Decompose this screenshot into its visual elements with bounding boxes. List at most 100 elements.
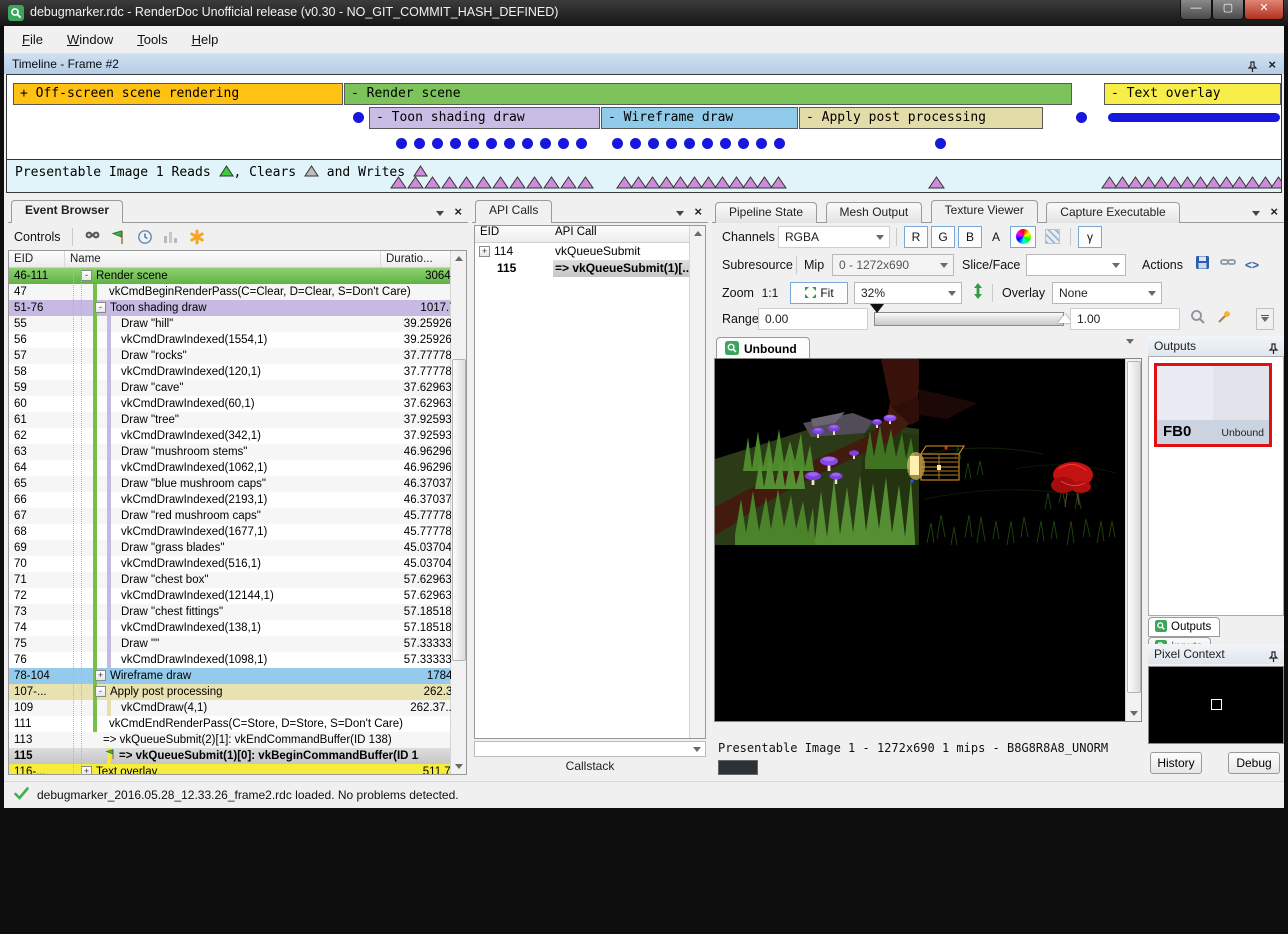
- table-row[interactable]: 67Draw "red mushroom caps"45.77778: [9, 508, 451, 524]
- fit-button[interactable]: Fit: [790, 282, 848, 304]
- channels-dropdown[interactable]: RGBA: [778, 226, 890, 248]
- range-min-field[interactable]: 0.00: [758, 308, 868, 330]
- table-row[interactable]: 57Draw "rocks"37.77778: [9, 348, 451, 364]
- table-row[interactable]: 47vkCmdBeginRenderPass(C=Clear, D=Clear,…: [9, 284, 451, 300]
- timeline-panel[interactable]: + Off-screen scene rendering- Render sce…: [6, 74, 1282, 193]
- write-marker-triangle[interactable]: [390, 176, 407, 189]
- table-row[interactable]: 78-104+Wireframe draw1784.5...: [9, 668, 451, 684]
- timeline-event-dot[interactable]: [630, 138, 641, 149]
- timeline-event-dot[interactable]: [935, 138, 946, 149]
- expand-icon[interactable]: +: [95, 670, 106, 681]
- table-row[interactable]: 61Draw "tree"37.92593: [9, 412, 451, 428]
- callstack-box[interactable]: [474, 741, 706, 757]
- timeline-event-dot[interactable]: [432, 138, 443, 149]
- timeline-event-dot[interactable]: [450, 138, 461, 149]
- timeline-event-dot[interactable]: [504, 138, 515, 149]
- save-icon[interactable]: [1190, 254, 1214, 276]
- table-row[interactable]: 115=> vkQueueSubmit(1)[0]: vkBeginComman…: [9, 748, 451, 764]
- timeline-event-dot[interactable]: [612, 138, 623, 149]
- timeline-marker-bar[interactable]: + Off-screen scene rendering: [13, 83, 343, 105]
- tab-event-browser[interactable]: Event Browser: [11, 200, 123, 223]
- table-row[interactable]: 109vkCmdDraw(4,1)262.37...: [9, 700, 451, 716]
- tab-texture-viewer[interactable]: Texture Viewer: [931, 200, 1038, 223]
- collapse-icon[interactable]: -: [81, 270, 92, 281]
- timeline-marker-bar[interactable]: - Render scene: [344, 83, 1072, 105]
- write-marker-triangle[interactable]: [543, 176, 560, 189]
- table-row[interactable]: 74vkCmdDrawIndexed(138,1)57.18518: [9, 620, 451, 636]
- tab-pipeline-state[interactable]: Pipeline State: [715, 202, 817, 223]
- write-marker-triangle[interactable]: [560, 176, 577, 189]
- mip-dropdown[interactable]: 0 - 1272x690: [832, 254, 954, 276]
- table-row[interactable]: 60vkCmdDrawIndexed(60,1)37.62963: [9, 396, 451, 412]
- code-icon[interactable]: <>: [1240, 254, 1264, 276]
- bookmark-icon[interactable]: [187, 227, 207, 247]
- write-marker-triangle[interactable]: [526, 176, 543, 189]
- history-button[interactable]: History: [1150, 752, 1202, 774]
- timeline-event-dot[interactable]: [522, 138, 533, 149]
- write-marker-triangle[interactable]: [492, 176, 509, 189]
- collapse-icon[interactable]: -: [95, 686, 106, 697]
- timeline-marker-bar[interactable]: - Text overlay: [1104, 83, 1281, 105]
- table-row[interactable]: 111vkCmdEndRenderPass(C=Store, D=Store, …: [9, 716, 451, 732]
- timeline-event-dot[interactable]: [540, 138, 551, 149]
- table-row[interactable]: 69Draw "grass blades"45.03704: [9, 540, 451, 556]
- close-icon[interactable]: ×: [1270, 204, 1278, 219]
- clock-icon[interactable]: [135, 227, 155, 247]
- table-row[interactable]: 115 => vkQueueSubmit(1)[...: [475, 260, 690, 277]
- table-row[interactable]: 71Draw "chest box"57.62963: [9, 572, 451, 588]
- chevron-down-icon[interactable]: [436, 211, 444, 216]
- write-marker-triangle[interactable]: [928, 176, 945, 189]
- event-browser-scrollbar[interactable]: [450, 251, 466, 774]
- overlay-dropdown[interactable]: None: [1052, 282, 1162, 304]
- tab-capture-executable[interactable]: Capture Executable: [1046, 202, 1179, 223]
- table-row[interactable]: 62vkCmdDrawIndexed(342,1)37.92593: [9, 428, 451, 444]
- timeline-dock-header[interactable]: Timeline - Frame #2 ×: [4, 54, 1284, 74]
- expand-icon[interactable]: +: [81, 766, 92, 774]
- table-row[interactable]: 65Draw "blue mushroom caps"46.37037: [9, 476, 451, 492]
- table-row[interactable]: 55Draw "hill"39.25926: [9, 316, 451, 332]
- autofit-wand-icon[interactable]: [1212, 308, 1236, 330]
- close-icon[interactable]: ×: [454, 204, 462, 219]
- write-marker-triangle[interactable]: [475, 176, 492, 189]
- pin-icon[interactable]: [1268, 648, 1279, 668]
- texture-viewport[interactable]: [714, 358, 1142, 722]
- channel-red-button[interactable]: R: [904, 226, 928, 248]
- write-marker-triangle[interactable]: [441, 176, 458, 189]
- table-row[interactable]: 68vkCmdDrawIndexed(1677,1)45.77778: [9, 524, 451, 540]
- timeline-event-dot[interactable]: [576, 138, 587, 149]
- timeline-marker-bar[interactable]: - Toon shading draw: [369, 107, 600, 129]
- timeline-event-dot[interactable]: [684, 138, 695, 149]
- chevron-down-icon[interactable]: [676, 211, 684, 216]
- write-marker-triangle[interactable]: [577, 176, 594, 189]
- close-icon[interactable]: ×: [694, 204, 702, 219]
- table-row[interactable]: +114 vkQueueSubmit: [475, 243, 690, 260]
- timeline-event-dot[interactable]: [648, 138, 659, 149]
- timeline-event-dot[interactable]: [702, 138, 713, 149]
- minimize-button[interactable]: —: [1180, 0, 1212, 20]
- timeline-event-dot[interactable]: [756, 138, 767, 149]
- table-row[interactable]: 66vkCmdDrawIndexed(2193,1)46.37037: [9, 492, 451, 508]
- zoom-range-icon[interactable]: [1186, 308, 1210, 330]
- timeline-event-pill[interactable]: [1108, 113, 1280, 122]
- table-row[interactable]: 116-...+Text overlay511.7037: [9, 764, 451, 774]
- link-icon[interactable]: [1216, 254, 1240, 276]
- menu-item-help[interactable]: Help: [180, 29, 231, 50]
- close-button[interactable]: ✕: [1244, 0, 1284, 20]
- range-black-handle[interactable]: [870, 304, 884, 313]
- table-row[interactable]: 107-...-Apply post processing262.37...: [9, 684, 451, 700]
- timeline-marker-bar[interactable]: - Apply post processing: [799, 107, 1043, 129]
- find-icon[interactable]: [83, 227, 103, 247]
- stats-icon[interactable]: [161, 227, 181, 247]
- close-icon[interactable]: ×: [1268, 55, 1276, 75]
- write-marker-triangle[interactable]: [509, 176, 526, 189]
- table-row[interactable]: 56vkCmdDrawIndexed(1554,1)39.25926: [9, 332, 451, 348]
- write-marker-triangle[interactable]: [770, 176, 787, 189]
- pixel-context-view[interactable]: [1148, 666, 1284, 744]
- table-row[interactable]: 76vkCmdDrawIndexed(1098,1)57.33333: [9, 652, 451, 668]
- tab-api-calls[interactable]: API Calls: [475, 200, 552, 223]
- flip-y-icon[interactable]: [968, 282, 988, 304]
- outputs-header[interactable]: Outputs: [1148, 336, 1284, 356]
- timeline-event-dot[interactable]: [468, 138, 479, 149]
- range-slider[interactable]: [874, 312, 1064, 326]
- table-header[interactable]: EID Name Duratio...: [9, 251, 451, 268]
